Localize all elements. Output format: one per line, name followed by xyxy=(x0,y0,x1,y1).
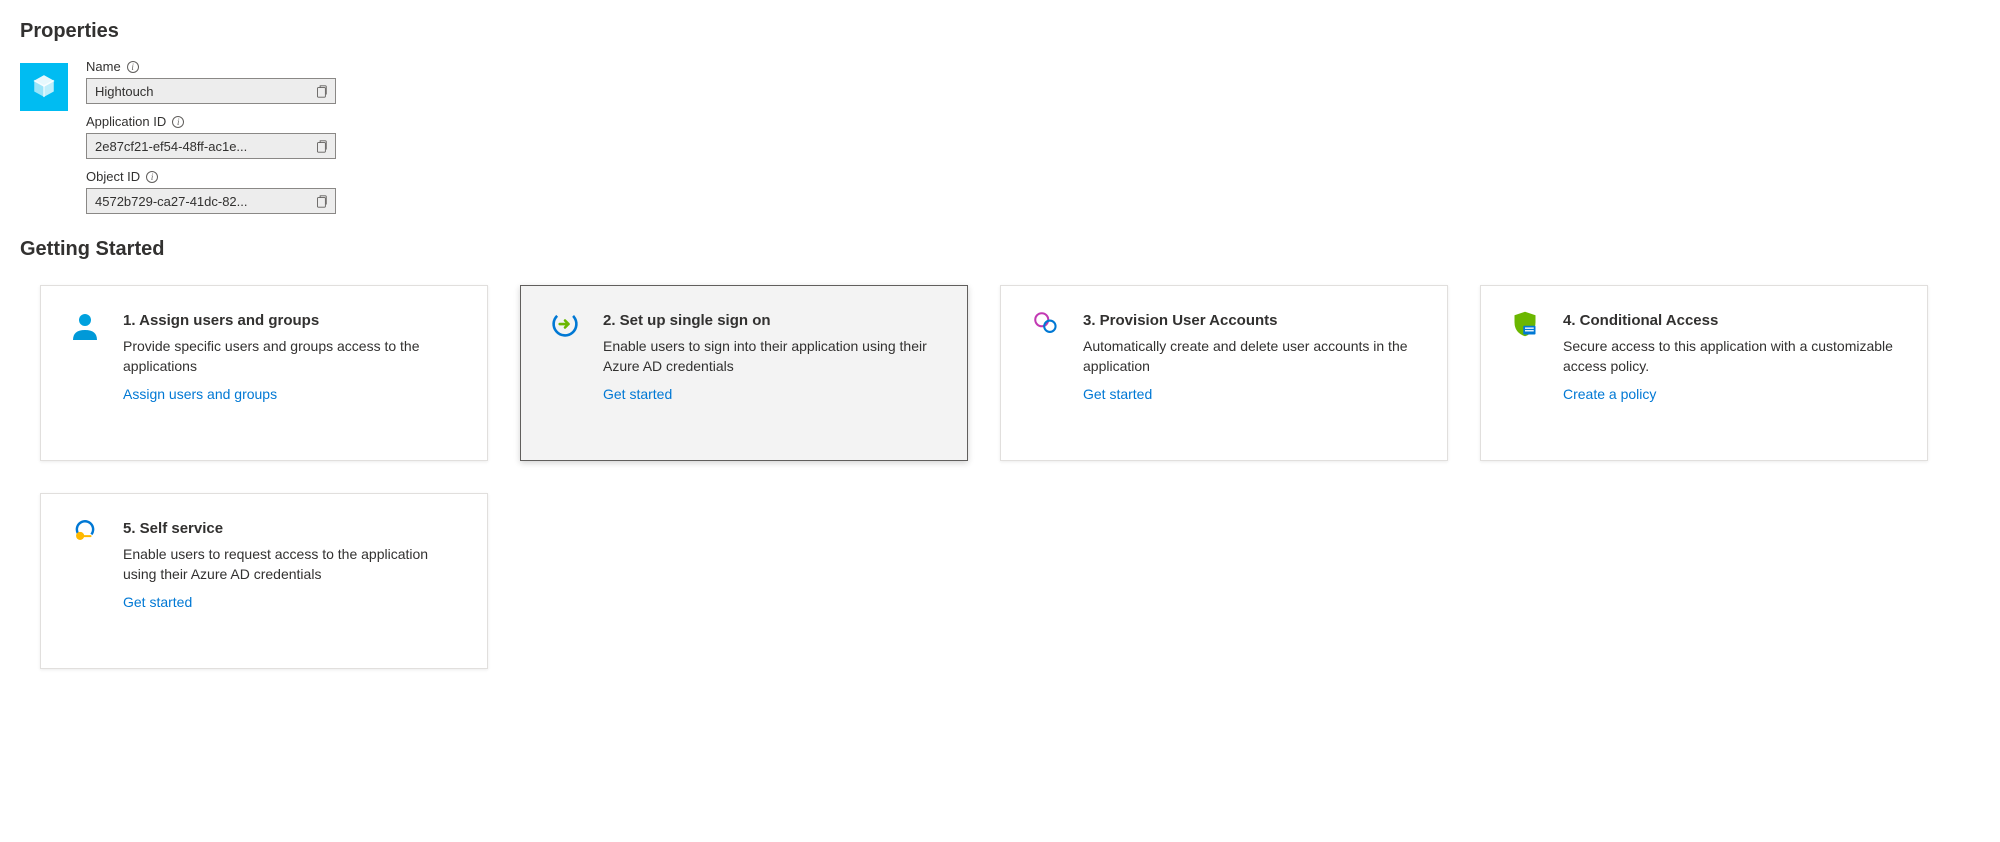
object-id-field-group: Object ID i xyxy=(86,169,336,214)
shield-icon xyxy=(1509,310,1541,342)
card-conditional-access[interactable]: 4. Conditional Access Secure access to t… xyxy=(1480,285,1928,461)
getting-started-cards: 1. Assign users and groups Provide speci… xyxy=(20,285,1980,669)
properties-heading: Properties xyxy=(20,20,1980,43)
sso-arrow-icon xyxy=(549,310,581,342)
card-link[interactable]: Create a policy xyxy=(1563,386,1899,402)
getting-started-heading: Getting Started xyxy=(20,238,1980,261)
card-description: Secure access to this application with a… xyxy=(1563,337,1899,376)
card-title: 4. Conditional Access xyxy=(1563,312,1899,329)
application-id-field-group: Application ID i xyxy=(86,114,336,159)
application-id-label-text: Application ID xyxy=(86,114,166,129)
card-title: 5. Self service xyxy=(123,520,459,537)
name-label: Name i xyxy=(86,59,336,74)
properties-block: Name i Application ID i xyxy=(20,59,1980,214)
card-description: Provide specific users and groups access… xyxy=(123,337,459,376)
card-link[interactable]: Get started xyxy=(603,386,939,402)
card-assign-users[interactable]: 1. Assign users and groups Provide speci… xyxy=(40,285,488,461)
user-group-icon xyxy=(69,310,101,342)
application-id-input[interactable] xyxy=(95,139,311,154)
info-icon[interactable]: i xyxy=(172,116,184,128)
card-description: Automatically create and delete user acc… xyxy=(1083,337,1419,376)
card-description: Enable users to request access to the ap… xyxy=(123,545,459,584)
copy-button[interactable] xyxy=(311,81,331,101)
application-id-label: Application ID i xyxy=(86,114,336,129)
object-id-input[interactable] xyxy=(95,194,311,209)
card-sso[interactable]: 2. Set up single sign on Enable users to… xyxy=(520,285,968,461)
object-id-label-text: Object ID xyxy=(86,169,140,184)
copy-button[interactable] xyxy=(311,136,331,156)
name-field-group: Name i xyxy=(86,59,336,104)
card-link[interactable]: Get started xyxy=(1083,386,1419,402)
info-icon[interactable]: i xyxy=(127,61,139,73)
self-service-icon xyxy=(69,518,101,550)
card-title: 1. Assign users and groups xyxy=(123,312,459,329)
app-tile xyxy=(20,63,68,111)
card-description: Enable users to sign into their applicat… xyxy=(603,337,939,376)
card-title: 3. Provision User Accounts xyxy=(1083,312,1419,329)
name-label-text: Name xyxy=(86,59,121,74)
info-icon[interactable]: i xyxy=(146,171,158,183)
name-input[interactable] xyxy=(95,84,311,99)
card-link[interactable]: Assign users and groups xyxy=(123,386,459,402)
provision-icon xyxy=(1029,310,1061,342)
cube-icon xyxy=(32,74,56,101)
card-self-service[interactable]: 5. Self service Enable users to request … xyxy=(40,493,488,669)
copy-button[interactable] xyxy=(311,191,331,211)
object-id-label: Object ID i xyxy=(86,169,336,184)
card-link[interactable]: Get started xyxy=(123,594,459,610)
card-provision[interactable]: 3. Provision User Accounts Automatically… xyxy=(1000,285,1448,461)
card-title: 2. Set up single sign on xyxy=(603,312,939,329)
